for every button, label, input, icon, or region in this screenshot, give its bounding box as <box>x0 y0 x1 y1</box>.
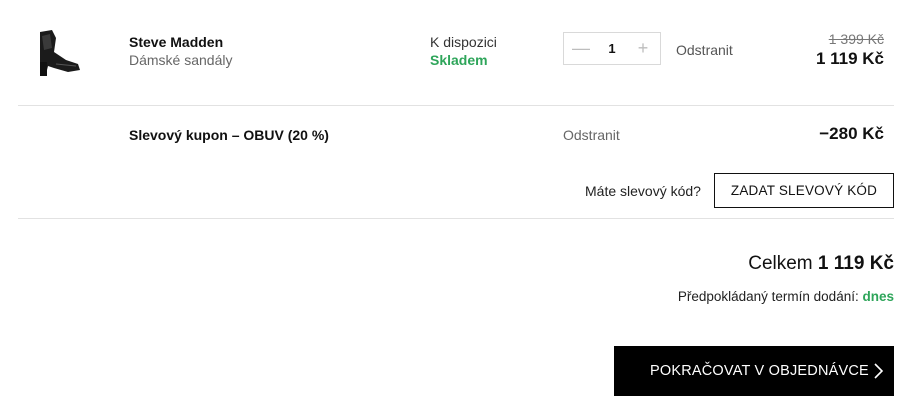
discounted-price: 1 119 Kč <box>815 49 884 68</box>
order-total: Celkem 1 119 Kč <box>748 253 894 275</box>
enter-discount-code-button[interactable]: ZADAT SLEVOVÝ KÓD <box>714 173 894 208</box>
cart-page: Steve Madden Dámské sandály K dispozici … <box>0 0 901 402</box>
original-price: 1 399 Kč <box>828 31 884 47</box>
product-type: Dámské sandály <box>129 52 233 68</box>
quantity-increase-button[interactable]: + <box>628 33 658 64</box>
total-value: 1 119 Kč <box>817 253 894 274</box>
divider <box>18 218 894 219</box>
quantity-stepper: — 1 + <box>563 32 661 65</box>
continue-order-label: POKRAČOVAT V OBJEDNÁVCE <box>650 363 869 379</box>
total-label: Celkem <box>748 253 813 274</box>
availability-status: Skladem <box>430 52 488 68</box>
remove-item-link[interactable]: Odstranit <box>676 42 733 58</box>
cart-item-row: Steve Madden Dámské sandály K dispozici … <box>18 14 894 106</box>
quantity-input[interactable]: 1 <box>594 33 630 64</box>
remove-coupon-link[interactable]: Odstranit <box>563 127 620 143</box>
quantity-decrease-button[interactable]: — <box>566 33 596 64</box>
continue-order-button[interactable]: POKRAČOVAT V OBJEDNÁVCE <box>614 346 894 396</box>
delivery-value: dnes <box>862 289 894 304</box>
product-image[interactable] <box>26 18 84 84</box>
delivery-label: Předpokládaný termín dodání: <box>677 289 859 304</box>
product-brand[interactable]: Steve Madden <box>129 34 223 50</box>
availability-label: K dispozici <box>430 34 497 50</box>
discount-code-question: Máte slevový kód? <box>585 183 701 199</box>
delivery-estimate: Předpokládaný termín dodání: dnes <box>678 289 894 304</box>
sandal-image-icon <box>40 30 80 76</box>
chevron-right-icon <box>872 363 884 379</box>
coupon-amount: −280 Kč <box>819 124 884 143</box>
coupon-label: Slevový kupon – OBUV (20 %) <box>129 127 329 143</box>
